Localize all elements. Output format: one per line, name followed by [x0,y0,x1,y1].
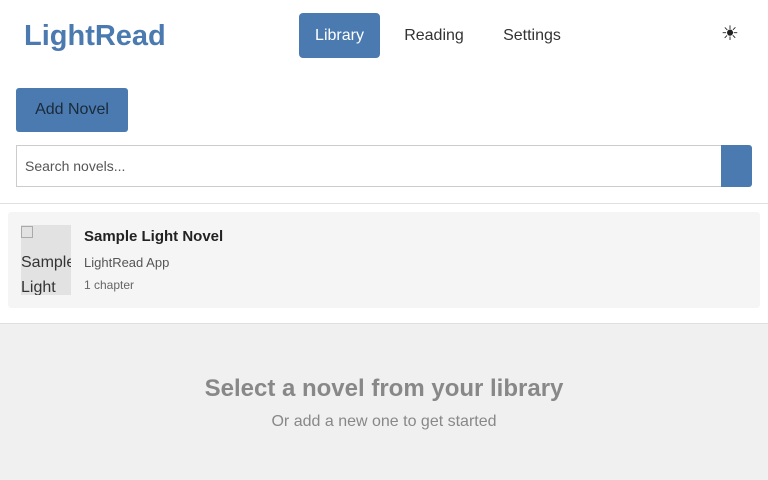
novel-title: Sample Light Novel [84,228,224,245]
novel-chapter-count: 1 chapter [84,278,135,292]
top-bar: LightRead Library Reading Settings ☀ [0,0,768,72]
search-icon[interactable] [721,145,752,187]
novel-list-item[interactable]: Sample Light Sample Light Novel LightRea… [8,212,760,308]
app-logo: LightRead [24,20,166,52]
reader-empty-state: Select a novel from your library Or add … [0,325,768,480]
broken-image-icon [21,226,33,238]
novel-author: LightRead App [84,255,170,270]
empty-state-subtitle: Or add a new one to get started [271,413,497,430]
search-bar [16,145,752,187]
nav-reading-tab[interactable]: Reading [392,13,476,58]
nav-settings-tab[interactable]: Settings [492,13,572,58]
cover-alt-text: Sample Light [21,254,71,295]
sun-icon[interactable]: ☀ [718,22,742,46]
empty-state-title: Select a novel from your library [204,375,564,402]
nav-library-tab[interactable]: Library [299,13,380,58]
library-panel: Add Novel Sample Light Sample Light Nove… [0,72,768,324]
search-input[interactable] [16,145,721,187]
novel-cover-image: Sample Light [21,225,71,295]
divider [0,203,768,204]
add-novel-button[interactable]: Add Novel [16,88,128,132]
